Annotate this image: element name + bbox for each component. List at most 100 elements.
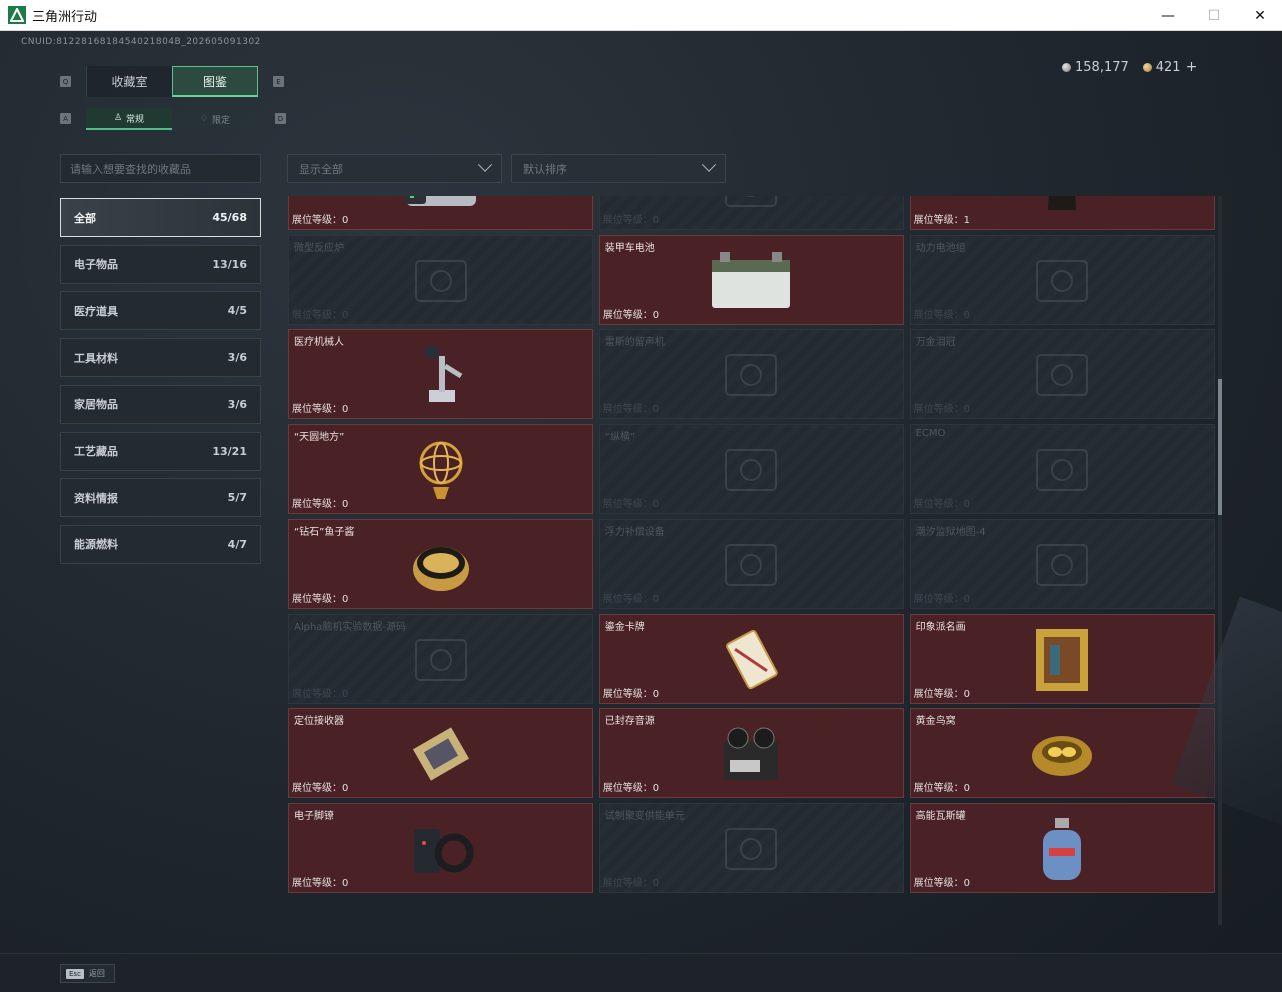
close-icon[interactable]: ✕ <box>1237 0 1282 31</box>
sort-dropdown[interactable]: 默认排序 <box>511 154 726 183</box>
level-label: 展位等级： <box>602 499 653 511</box>
collection-card[interactable]: 医疗机械人 展位等级：0 <box>288 329 593 420</box>
category-item[interactable]: 电子物品 13/16 <box>60 244 261 284</box>
collection-card[interactable]: “纵横” 展位等级：0 <box>598 424 904 515</box>
category-item[interactable]: 工具材料 3/6 <box>60 338 261 378</box>
tab-collection-room[interactable]: 收藏室 <box>86 66 172 97</box>
tab-regular-label: 常规 <box>126 114 145 125</box>
collection-card[interactable]: 鎏金卡牌 展位等级：0 <box>598 613 904 704</box>
level-value: 0 <box>342 783 349 795</box>
minimize-icon[interactable]: — <box>1145 0 1191 31</box>
tab-limited[interactable]: ♢ 限定 <box>172 108 258 130</box>
level-value: 0 <box>652 593 660 605</box>
item-name: Alpha脑机实验数据-源码 <box>294 621 407 633</box>
app-logo-icon <box>8 6 26 24</box>
category-count: 13/21 <box>212 444 247 458</box>
item-level: 展位等级：0 <box>292 495 348 510</box>
level-value: 1 <box>963 215 970 226</box>
collection-card[interactable]: 雷斯的留声机 展位等级：0 <box>598 329 904 420</box>
item-level: 展位等级：0 <box>292 874 348 889</box>
category-item[interactable]: 全部 45/68 <box>60 198 261 237</box>
level-label: 展位等级： <box>292 499 342 511</box>
silver-currency[interactable]: 158,177 <box>1062 60 1129 75</box>
item-name: 电子脚镣 <box>294 810 334 822</box>
bcd-vest-icon <box>706 530 796 600</box>
back-button[interactable]: Esc 返回 <box>60 964 115 983</box>
level-value: 0 <box>652 499 660 511</box>
collection-card[interactable]: 已封存音源 展位等级：0 <box>598 708 904 799</box>
level-value: 0 <box>652 877 660 889</box>
item-name: “钻石”鱼子酱 <box>294 526 355 538</box>
collection-card[interactable]: 展位等级：0 <box>288 196 593 230</box>
collection-card[interactable]: “钻石”鱼子酱 展位等级：0 <box>288 518 593 609</box>
collection-card[interactable]: ECMO 展位等级：0 <box>909 424 1215 515</box>
level-value: 0 <box>652 783 660 795</box>
collection-card[interactable]: 万金泪冠 展位等级：0 <box>909 329 1215 420</box>
armillary-sphere-icon <box>396 435 486 505</box>
category-item[interactable]: 家居物品 3/6 <box>60 384 261 424</box>
collection-card[interactable]: “天圆地方” 展位等级：0 <box>288 424 593 515</box>
level-label: 展位等级： <box>602 877 653 889</box>
window-title: 三角洲行动 <box>32 9 98 25</box>
item-level: 展位等级：0 <box>603 306 659 321</box>
scrollbar-thumb[interactable] <box>1218 379 1222 515</box>
level-value: 0 <box>963 783 970 795</box>
collection-card[interactable]: 试制聚变供能单元 展位等级：0 <box>598 802 904 893</box>
category-item[interactable]: 能源燃料 4/7 <box>60 524 261 564</box>
item-name: 试制聚变供能单元 <box>604 810 685 822</box>
level-label: 展位等级： <box>913 499 964 511</box>
item-level: 展位等级：0 <box>914 874 970 889</box>
collection-card[interactable]: 装甲车电池 展位等级：0 <box>598 234 904 325</box>
collection-card[interactable]: 定位接收器展位等级：0 <box>288 708 593 799</box>
search-input[interactable]: 请输入想要查找的收藏品 <box>60 154 261 183</box>
gramophone-icon <box>706 340 796 410</box>
item-level: 展位等级：0 <box>914 779 970 794</box>
key-hint-e: E <box>273 76 284 87</box>
scrollbar-track[interactable] <box>1218 196 1222 925</box>
item-level: 展位等级：0 <box>914 400 970 415</box>
level-value: 0 <box>342 877 349 889</box>
collection-card[interactable]: 展位等级：0 <box>598 196 904 230</box>
level-label: 展位等级： <box>292 309 342 321</box>
filter-dropdown[interactable]: 显示全部 <box>287 154 502 183</box>
maximize-icon[interactable]: ☐ <box>1191 0 1237 31</box>
collection-card[interactable]: 黄金鸟窝 展位等级：0 <box>909 708 1215 799</box>
collection-card[interactable]: 高能瓦斯罐 展位等级：0 <box>909 802 1215 893</box>
item-name: 定位接收器 <box>294 716 344 728</box>
collection-card[interactable]: 微型反应炉 展位等级：0 <box>288 234 593 325</box>
item-level: 展位等级：0 <box>914 495 970 510</box>
gold-coin-icon <box>1142 63 1152 72</box>
collection-card[interactable]: 潮汐监狱地图-4 展位等级：0 <box>909 518 1215 609</box>
collection-card[interactable]: 电子脚镣展位等级：0 <box>288 802 593 893</box>
item-name: 印象派名画 <box>915 621 966 633</box>
gold-amount: 421 <box>1155 60 1181 75</box>
item-name: 已封存音源 <box>604 716 655 728</box>
gold-currency[interactable]: 421 + <box>1142 59 1198 75</box>
collection-card[interactable]: 浮力补偿设备 展位等级：0 <box>598 518 904 609</box>
category-label: 全部 <box>74 211 96 225</box>
level-value: 0 <box>652 688 660 700</box>
item-name: 雷斯的留声机 <box>604 337 665 349</box>
tab-codex[interactable]: 图鉴 <box>172 66 258 97</box>
item-level: 展位等级：0 <box>292 779 348 794</box>
level-value: 0 <box>342 309 349 321</box>
level-value: 0 <box>342 499 349 511</box>
tab-regular[interactable]: ♙ 常规 <box>86 108 172 130</box>
add-currency-icon[interactable]: + <box>1186 59 1198 75</box>
collection-card[interactable]: 印象派名画 展位等级：0 <box>909 613 1215 704</box>
level-label: 展位等级： <box>913 215 964 226</box>
key-hint-a: A <box>60 113 71 124</box>
category-item[interactable]: 资料情报 5/7 <box>60 478 261 518</box>
collection-card[interactable]: 动力电池组 展位等级：0 <box>909 234 1215 325</box>
level-label: 展位等级： <box>292 877 342 889</box>
category-label: 工艺藏品 <box>74 445 118 458</box>
filter-dropdown-value: 显示全部 <box>299 162 343 176</box>
level-label: 展位等级： <box>913 877 964 889</box>
category-item[interactable]: 工艺藏品 13/21 <box>60 431 261 471</box>
category-item[interactable]: 医疗道具 4/5 <box>60 291 261 331</box>
collection-card[interactable]: Alpha脑机实验数据-源码 展位等级：0 <box>288 613 593 704</box>
level-value: 0 <box>963 688 970 700</box>
item-level: 展位等级：0 <box>603 685 659 700</box>
collection-card[interactable]: 展位等级：1 <box>909 196 1215 230</box>
sort-dropdown-value: 默认排序 <box>523 162 567 176</box>
